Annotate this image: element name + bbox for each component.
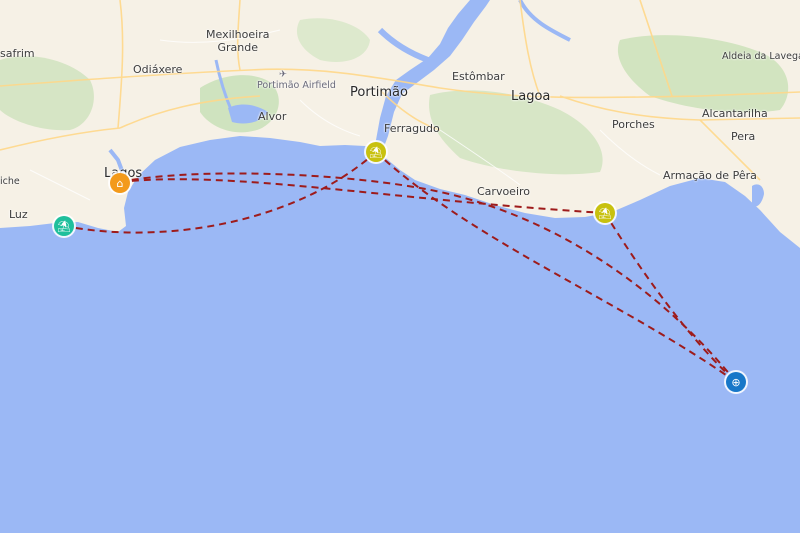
home-marker[interactable]: ⌂ <box>110 173 130 193</box>
globe-icon: ⊕ <box>731 375 741 389</box>
place-label: Odiáxere <box>133 63 183 76</box>
home-icon: ⌂ <box>116 176 124 190</box>
place-label: Portimão <box>350 85 408 100</box>
beach-marker-luz[interactable]: ⛱ <box>54 216 74 236</box>
place-label: Mexilhoeira Grande <box>206 28 270 54</box>
place-label: Alcantarilha <box>702 107 768 120</box>
beach-icon: ⛱ <box>369 145 383 159</box>
globe-marker[interactable]: ⊕ <box>726 372 746 392</box>
beach-marker-ferragudo[interactable]: ⛱ <box>366 142 386 162</box>
beach-icon: ⛱ <box>598 206 612 220</box>
place-label: Alvor <box>258 110 287 123</box>
place-label: Portimão Airfield <box>257 80 336 91</box>
place-label: Luz <box>9 208 28 221</box>
place-label: Carvoeiro <box>477 185 531 198</box>
place-label: iche <box>0 176 20 187</box>
place-label: Ferragudo <box>384 122 440 135</box>
map-base <box>0 0 800 248</box>
place-label: Armação de Pêra <box>663 169 757 182</box>
place-label: Lagoa <box>511 89 551 104</box>
place-label: Porches <box>612 118 655 131</box>
place-label: safrim <box>0 47 35 60</box>
place-label: Aldeia da Lavega <box>722 51 800 62</box>
place-label: Pera <box>731 130 756 143</box>
map-view[interactable]: safrim Mexilhoeira Grande Odiáxere ✈ Por… <box>0 0 800 533</box>
beach-marker-carvoeiro[interactable]: ⛱ <box>595 203 615 223</box>
beach-icon: ⛱ <box>57 219 71 233</box>
place-label: Estômbar <box>452 70 505 83</box>
